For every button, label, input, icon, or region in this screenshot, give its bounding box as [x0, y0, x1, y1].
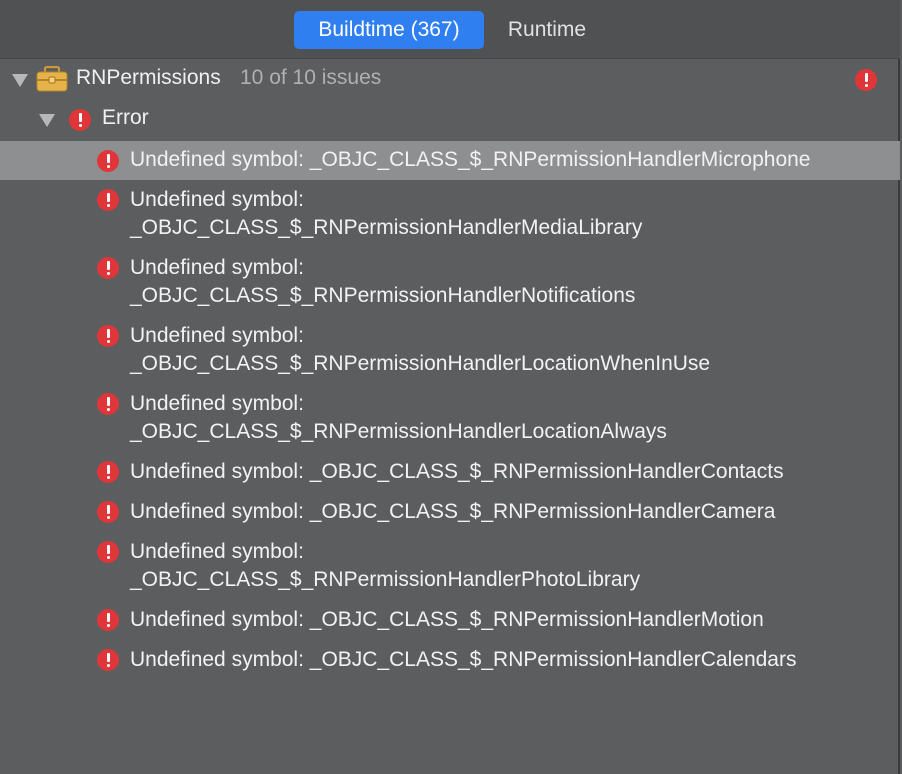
error-icon: [97, 501, 119, 523]
project-name: RNPermissions: [76, 66, 221, 89]
issue-text: Undefined symbol: _OBJC_CLASS_$_RNPermis…: [130, 148, 811, 171]
issue-text: Undefined symbol: _OBJC_CLASS_$_RNPermis…: [130, 608, 764, 631]
issue-text: Undefined symbol: _OBJC_CLASS_$_RNPermis…: [130, 500, 776, 523]
error-icon: [855, 69, 877, 91]
issue-text: _OBJC_CLASS_$_RNPermissionHandlerLocatio…: [130, 420, 667, 443]
issue-row[interactable]: Undefined symbol: _OBJC_CLASS_$_RNPermis…: [0, 322, 900, 380]
issue-text: Undefined symbol:: [130, 256, 304, 279]
issue-text: _OBJC_CLASS_$_RNPermissionHandlerLocatio…: [130, 352, 711, 375]
error-icon: [97, 325, 119, 347]
issue-row[interactable]: Undefined symbol: _OBJC_CLASS_$_RNPermis…: [0, 458, 900, 488]
issue-row[interactable]: Undefined symbol: _OBJC_CLASS_$_RNPermis…: [0, 141, 900, 180]
issue-text: Undefined symbol:: [130, 392, 304, 415]
error-icon: [97, 257, 119, 279]
issue-text: Undefined symbol: _OBJC_CLASS_$_RNPermis…: [130, 648, 797, 671]
issue-scope-bar: Buildtime (367) Runtime: [0, 0, 900, 59]
issue-navigator: Buildtime (367) Runtime RNPermissions 10…: [0, 0, 900, 774]
issue-text: Undefined symbol:: [130, 540, 304, 563]
issue-row[interactable]: Undefined symbol: _OBJC_CLASS_$_RNPermis…: [0, 498, 900, 528]
issue-text: Undefined symbol: _OBJC_CLASS_$_RNPermis…: [130, 460, 784, 483]
issue-row[interactable]: Undefined symbol: _OBJC_CLASS_$_RNPermis…: [0, 538, 900, 596]
issue-text: Undefined symbol:: [130, 324, 304, 347]
disclosure-triangle-icon[interactable]: [39, 114, 55, 127]
group-row-error[interactable]: Error: [0, 104, 900, 136]
project-row[interactable]: RNPermissions 10 of 10 issues: [0, 64, 900, 96]
issue-text: _OBJC_CLASS_$_RNPermissionHandlerPhotoLi…: [130, 568, 641, 591]
issue-row[interactable]: Undefined symbol: _OBJC_CLASS_$_RNPermis…: [0, 390, 900, 448]
disclosure-triangle-icon[interactable]: [12, 74, 28, 87]
issue-text: _OBJC_CLASS_$_RNPermissionHandlerNotific…: [130, 284, 636, 307]
issue-text: _OBJC_CLASS_$_RNPermissionHandlerMediaLi…: [130, 216, 643, 239]
error-icon: [97, 541, 119, 563]
issue-count: 10 of 10 issues: [240, 66, 382, 89]
issue-row[interactable]: Undefined symbol: _OBJC_CLASS_$_RNPermis…: [0, 186, 900, 244]
error-icon: [97, 609, 119, 631]
tab-runtime[interactable]: Runtime: [494, 11, 600, 49]
error-icon: [69, 109, 91, 131]
toolbox-icon: [36, 66, 68, 92]
error-icon: [97, 393, 119, 415]
tab-buildtime[interactable]: Buildtime (367): [294, 11, 484, 49]
error-icon: [97, 649, 119, 671]
issue-text: Undefined symbol:: [130, 188, 304, 211]
error-icon: [97, 461, 119, 483]
issue-row[interactable]: Undefined symbol: _OBJC_CLASS_$_RNPermis…: [0, 646, 900, 676]
issue-row[interactable]: Undefined symbol: _OBJC_CLASS_$_RNPermis…: [0, 606, 900, 636]
issue-row[interactable]: Undefined symbol: _OBJC_CLASS_$_RNPermis…: [0, 254, 900, 312]
error-icon: [97, 189, 119, 211]
group-label: Error: [102, 106, 149, 129]
error-icon: [97, 150, 119, 172]
